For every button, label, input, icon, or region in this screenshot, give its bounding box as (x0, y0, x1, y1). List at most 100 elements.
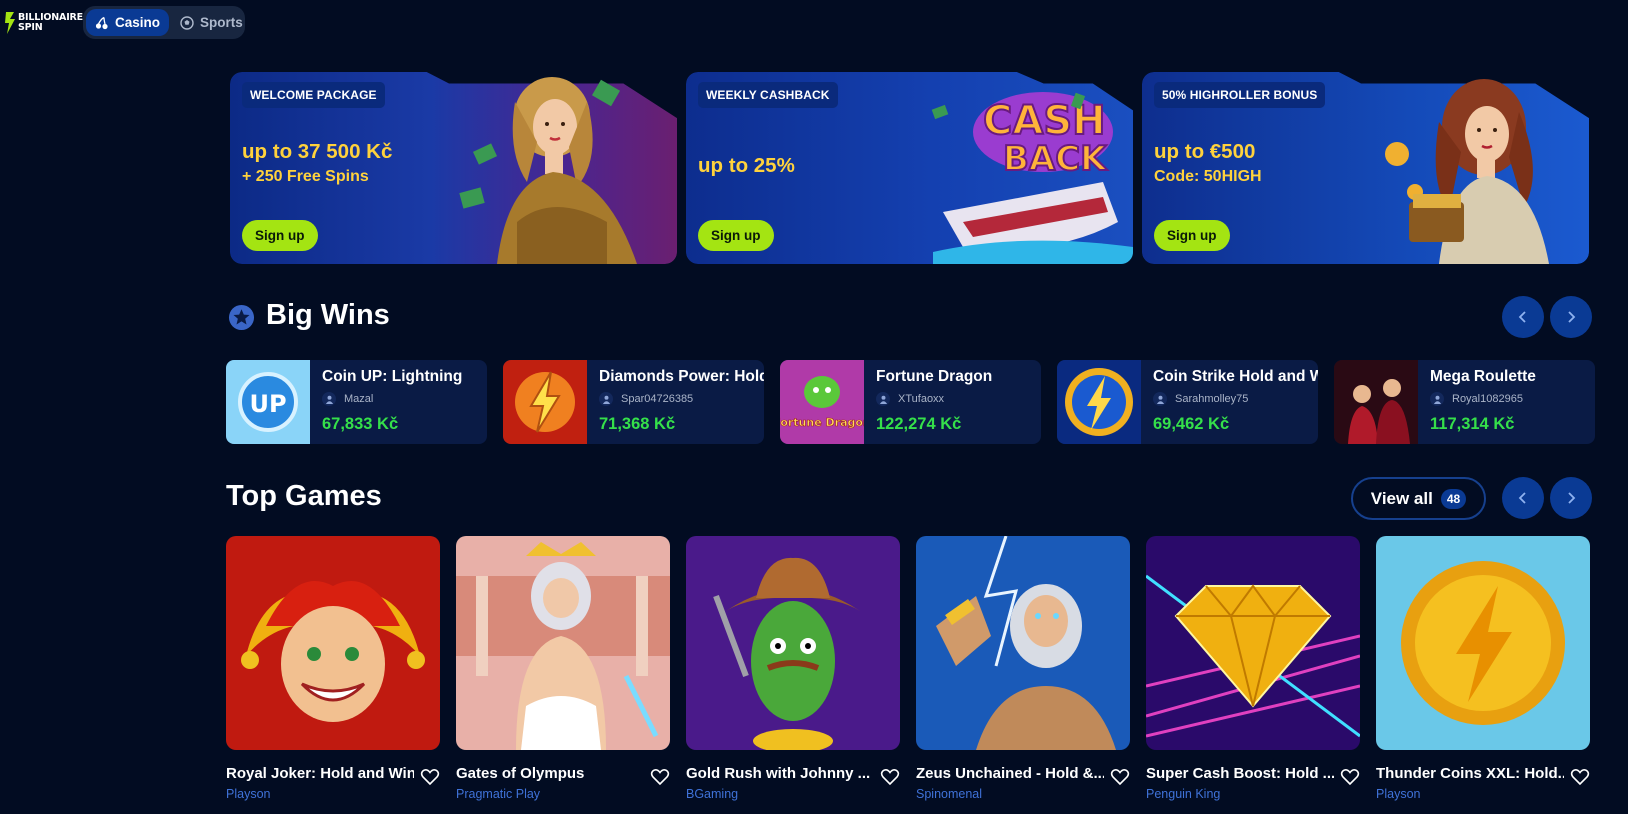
promo-title: up to 25% (698, 154, 795, 177)
big-win-card[interactable]: Fortune Dragon Fortune Dragon XTufaoxx 1… (780, 360, 1041, 444)
win-amount: 67,833 Kč (322, 415, 399, 433)
win-game-title: Mega Roulette (1430, 368, 1536, 385)
game-title[interactable]: Super Cash Boost: Hold ... (1146, 765, 1334, 782)
sign-up-button[interactable]: Sign up (1154, 220, 1230, 251)
promo-title: up to €500 (1154, 140, 1256, 163)
top-games-next-button[interactable] (1550, 477, 1592, 519)
promo-tag: 50% HIGHROLLER BONUS (1154, 82, 1326, 108)
zeus-unchained-thumbnail[interactable] (916, 535, 1130, 750)
game-title[interactable]: Gold Rush with Johnny ... (686, 765, 874, 782)
win-username: XTufaoxx (898, 393, 945, 405)
logo-text: BILLIONAIRE SPIN (18, 12, 83, 33)
user-icon (322, 392, 336, 406)
sports-tab-label: Sports (200, 15, 243, 30)
promo-subtitle: + 250 Free Spins (242, 168, 369, 185)
chevron-left-icon (1518, 311, 1526, 323)
sign-up-button[interactable]: Sign up (698, 220, 774, 251)
soccer-ball-icon (180, 15, 194, 30)
promo-title: up to 37 500 Kč (242, 140, 393, 163)
favorite-heart-icon[interactable] (650, 767, 670, 787)
win-game-title: Fortune Dragon (876, 368, 993, 385)
user-icon (1430, 392, 1444, 406)
casino-tab-label: Casino (115, 15, 161, 30)
favorite-heart-icon[interactable] (1340, 767, 1360, 787)
win-game-title: Coin UP: Lightning (322, 368, 463, 385)
promo-carousel: WELCOME PACKAGE up to 37 500 Kč + 250 Fr… (230, 72, 1589, 264)
promo-card-highroller[interactable]: 50% HIGHROLLER BONUS up to €500 Code: 50… (1142, 72, 1589, 264)
game-title[interactable]: Zeus Unchained - Hold &... (916, 765, 1104, 782)
coin-strike-thumbnail (1057, 360, 1141, 444)
favorite-heart-icon[interactable] (880, 767, 900, 787)
win-game-title: Coin Strike Hold and Win (1153, 368, 1318, 385)
sports-tab[interactable]: Sports (171, 9, 252, 36)
casino-tab[interactable]: Casino (86, 9, 170, 36)
thunder-coins-thumbnail[interactable] (1376, 536, 1590, 750)
chevron-right-icon (1568, 311, 1576, 323)
chevron-left-icon (1518, 492, 1526, 504)
star-badge-icon (228, 304, 255, 331)
promo-woman-gold-art (459, 77, 637, 264)
win-amount: 71,368 Kč (599, 415, 676, 433)
big-wins-heading: Big Wins (266, 299, 390, 331)
win-amount: 117,314 Kč (1430, 415, 1515, 433)
big-win-card[interactable]: Coin Strike Hold and Win Sarahmolley75 6… (1057, 360, 1318, 444)
big-win-card[interactable]: UP Coin UP: Lightning Mazal 67,833 Kč (226, 360, 487, 444)
game-title[interactable]: Thunder Coins XXL: Hold... (1376, 765, 1564, 782)
promo-card-cashback[interactable]: CASH BACK WEEKLY CASHBACK up to 25% Sign… (686, 72, 1133, 264)
fortune-dragon-thumbnail: Fortune Dragon (780, 360, 864, 444)
big-wins-list: UP Coin UP: Lightning Mazal 67,833 Kč Di… (226, 360, 1595, 444)
logo-mark-icon (4, 10, 16, 36)
view-all-button[interactable]: View all 48 (1351, 477, 1486, 520)
view-all-count-badge: 48 (1440, 488, 1467, 509)
promo-cashback-ship-art: CASH BACK (931, 92, 1133, 264)
mega-roulette-thumbnail (1334, 360, 1418, 444)
game-card: Royal Joker: Hold and Win Playson (226, 536, 440, 805)
promo-card-welcome[interactable]: WELCOME PACKAGE up to 37 500 Kč + 250 Fr… (230, 72, 677, 264)
favorite-heart-icon[interactable] (1110, 767, 1130, 787)
brand-logo[interactable]: BILLIONAIRE SPIN (4, 8, 83, 38)
game-card: Gold Rush with Johnny ... BGaming (686, 536, 900, 805)
game-provider: Penguin King (1146, 787, 1221, 801)
big-wins-prev-button[interactable] (1502, 296, 1544, 338)
promo-woman-treasure-art (1385, 79, 1549, 264)
favorite-heart-icon[interactable] (420, 767, 440, 787)
game-provider: Pragmatic Play (456, 787, 541, 801)
sign-up-button[interactable]: Sign up (242, 220, 318, 251)
big-win-card[interactable]: Diamonds Power: Hold and Win Spar0472638… (503, 360, 764, 444)
view-all-label: View all (1370, 488, 1433, 508)
user-icon (1153, 392, 1167, 406)
gold-rush-thumbnail[interactable] (686, 536, 900, 753)
top-games-heading: Top Games (226, 480, 382, 512)
svg-text:UP: UP (249, 390, 286, 418)
diamonds-power-thumbnail (503, 360, 587, 444)
svg-text:Fortune Dragon: Fortune Dragon (780, 416, 864, 429)
svg-text:CASH: CASH (983, 98, 1106, 144)
game-provider: Spinomenal (916, 787, 983, 801)
game-provider: BGaming (686, 787, 739, 801)
promo-subtitle: Code: 50HIGH (1154, 168, 1262, 185)
win-amount: 122,274 Kč (876, 415, 962, 433)
win-game-title: Diamonds Power: Hold and Win (599, 368, 764, 385)
win-amount: 69,462 Kč (1153, 415, 1230, 433)
top-games-prev-button[interactable] (1502, 477, 1544, 519)
big-wins-next-button[interactable] (1550, 296, 1592, 338)
game-title[interactable]: Royal Joker: Hold and Win (226, 765, 414, 782)
win-username: Spar04726385 (621, 393, 694, 405)
win-username: Mazal (344, 393, 374, 405)
game-card: Super Cash Boost: Hold ... Penguin King (1145, 536, 1361, 805)
cherries-icon (95, 16, 108, 29)
big-win-card[interactable]: Mega Roulette Royal1082965 117,314 Kč (1334, 360, 1595, 444)
royal-joker-thumbnail[interactable] (226, 536, 440, 750)
game-title[interactable]: Gates of Olympus (456, 765, 644, 782)
favorite-heart-icon[interactable] (1570, 767, 1590, 787)
game-card: Thunder Coins XXL: Hold... Playson (1376, 536, 1590, 805)
super-cash-boost-thumbnail[interactable] (1145, 536, 1361, 750)
coin-up-thumbnail: UP (226, 360, 310, 444)
gates-of-olympus-thumbnail[interactable] (456, 536, 670, 750)
promo-tag: WELCOME PACKAGE (242, 82, 385, 108)
win-username: Sarahmolley75 (1175, 393, 1249, 405)
promo-tag: WEEKLY CASHBACK (698, 82, 838, 108)
svg-text:BACK: BACK (1003, 139, 1108, 179)
user-icon (876, 392, 890, 406)
chevron-right-icon (1568, 492, 1576, 504)
